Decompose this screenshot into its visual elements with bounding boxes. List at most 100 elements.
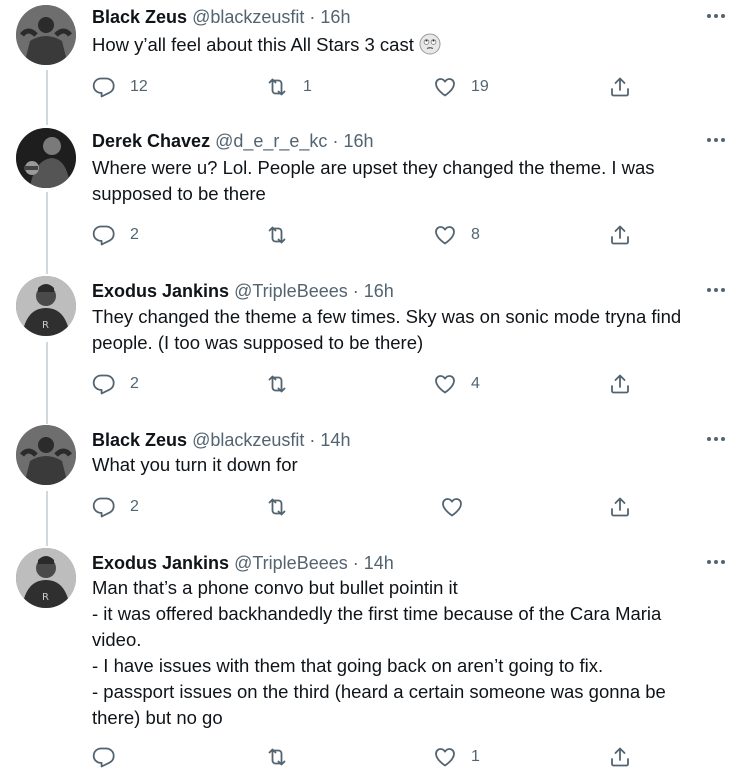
timestamp[interactable]: 16h: [320, 7, 350, 27]
display-name[interactable]: Derek Chavez: [92, 131, 210, 151]
avatar[interactable]: R: [16, 276, 76, 336]
more-options-button[interactable]: [704, 550, 728, 574]
like-count: 8: [471, 226, 480, 243]
tweet-text-line: people. (I too was supposed to be there): [92, 332, 424, 353]
more-options-button[interactable]: [704, 278, 728, 302]
share-icon: [611, 497, 629, 517]
heart-icon: [435, 375, 455, 394]
tweet[interactable]: R Exodus Jankins @TripleBeees · 14h Man …: [0, 546, 750, 768]
like-button[interactable]: 19: [433, 72, 489, 102]
tweet-header: Derek Chavez @d_e_r_e_kc · 16h: [92, 129, 374, 153]
tweet-text-line: supposed to be there: [92, 183, 266, 204]
tweet[interactable]: Black Zeus @blackzeusfit · 16h How y’all…: [0, 0, 750, 125]
tweet-text-line: They changed the theme a few times. Sky …: [92, 306, 682, 327]
tweet-text: Man that’s a phone convo but bullet poin…: [92, 575, 722, 731]
like-button[interactable]: 4: [433, 369, 480, 399]
tweet-text-line: video.: [92, 629, 142, 650]
tweet-text-line: there) but no go: [92, 707, 223, 728]
display-name[interactable]: Exodus Jankins: [92, 553, 229, 573]
separator-dot: ·: [332, 131, 339, 151]
share-icon: [611, 374, 629, 394]
tweet-header: Exodus Jankins @TripleBeees · 14h: [92, 551, 394, 575]
avatar[interactable]: [16, 425, 76, 485]
reply-button[interactable]: 2: [92, 369, 139, 399]
more-options-button[interactable]: [704, 128, 728, 152]
share-button[interactable]: [608, 492, 632, 522]
tweet-actions: 2 8: [0, 220, 750, 250]
user-handle[interactable]: @TripleBeees: [234, 553, 348, 573]
display-name[interactable]: Exodus Jankins: [92, 281, 229, 301]
avatar[interactable]: [16, 128, 76, 188]
retweet-icon: [268, 78, 286, 96]
tweet-text-line: - passport issues on the third (heard a …: [92, 681, 666, 702]
user-handle[interactable]: @d_e_r_e_kc: [215, 131, 327, 151]
reply-icon: [92, 374, 115, 395]
like-button[interactable]: [440, 492, 478, 522]
share-button[interactable]: [608, 369, 632, 399]
more-options-button[interactable]: [704, 4, 728, 28]
separator-dot: ·: [352, 553, 359, 573]
retweet-icon: [268, 498, 286, 516]
reply-count: 2: [130, 498, 139, 515]
tweet-text-line: What you turn it down for: [92, 454, 298, 475]
tweet-text-line: How y’all feel about this All Stars 3 ca…: [92, 32, 722, 58]
reply-icon: [92, 747, 115, 768]
like-count: 1: [471, 748, 480, 765]
tweet[interactable]: Black Zeus @blackzeusfit · 14h What you …: [0, 423, 750, 547]
reply-button[interactable]: 12: [92, 72, 148, 102]
like-count: 4: [471, 375, 480, 392]
share-icon: [611, 225, 629, 245]
tweet-text-line: Where were u? Lol. People are upset they…: [92, 157, 655, 178]
tweet-text-segment: How y’all feel about this All Stars 3 ca…: [92, 34, 414, 55]
heart-icon: [435, 748, 455, 767]
tweet-text: How y’all feel about this All Stars 3 ca…: [92, 32, 722, 58]
reply-button[interactable]: 2: [92, 492, 139, 522]
timestamp[interactable]: 14h: [364, 553, 394, 573]
timestamp[interactable]: 14h: [320, 430, 350, 450]
tweet-text: They changed the theme a few times. Sky …: [92, 304, 722, 356]
avatar[interactable]: [16, 5, 76, 65]
heart-icon: [435, 226, 455, 245]
tweet-actions: 2 4: [0, 369, 750, 399]
user-handle[interactable]: @blackzeusfit: [192, 7, 304, 27]
more-options-button[interactable]: [704, 427, 728, 451]
avatar[interactable]: R: [16, 548, 76, 608]
share-button[interactable]: [608, 72, 632, 102]
retweet-icon: [268, 748, 286, 766]
like-count: 19: [471, 78, 489, 95]
reply-button[interactable]: 2: [92, 220, 139, 250]
tweet-header: Black Zeus @blackzeusfit · 14h: [92, 428, 350, 452]
reply-icon: [92, 225, 115, 246]
separator-dot: ·: [309, 430, 316, 450]
timestamp[interactable]: 16h: [343, 131, 373, 151]
tweet-text: What you turn it down for: [92, 452, 722, 478]
tweet-actions: 12 1 19: [0, 72, 750, 102]
svg-text:R: R: [42, 320, 49, 331]
retweet-button[interactable]: 1: [265, 72, 312, 102]
timestamp[interactable]: 16h: [364, 281, 394, 301]
share-icon: [611, 747, 629, 767]
retweet-count: 1: [303, 78, 312, 95]
tweet-text-line: - I have issues with them that going bac…: [92, 655, 604, 676]
display-name[interactable]: Black Zeus: [92, 7, 187, 27]
reply-count: 2: [130, 226, 139, 243]
reply-count: 2: [130, 375, 139, 392]
share-icon: [611, 77, 629, 97]
user-handle[interactable]: @blackzeusfit: [192, 430, 304, 450]
tweet-text-line: - it was offered backhandedly the first …: [92, 603, 662, 624]
reply-icon: [92, 497, 115, 518]
like-button[interactable]: 8: [433, 220, 480, 250]
svg-text:R: R: [42, 592, 49, 603]
user-handle[interactable]: @TripleBeees: [234, 281, 348, 301]
reply-icon: [92, 77, 115, 98]
tweet-text: Where were u? Lol. People are upset they…: [92, 155, 722, 207]
display-name[interactable]: Black Zeus: [92, 430, 187, 450]
tweet[interactable]: R Exodus Jankins @TripleBeees · 16h They…: [0, 274, 750, 424]
share-button[interactable]: [608, 220, 632, 250]
retweet-button[interactable]: [265, 492, 303, 522]
retweet-button[interactable]: [265, 220, 303, 250]
retweet-button[interactable]: [265, 369, 303, 399]
separator-dot: ·: [309, 7, 316, 27]
tweet-header: Black Zeus @blackzeusfit · 16h: [92, 5, 350, 29]
tweet[interactable]: Derek Chavez @d_e_r_e_kc · 16h Where wer…: [0, 124, 750, 274]
